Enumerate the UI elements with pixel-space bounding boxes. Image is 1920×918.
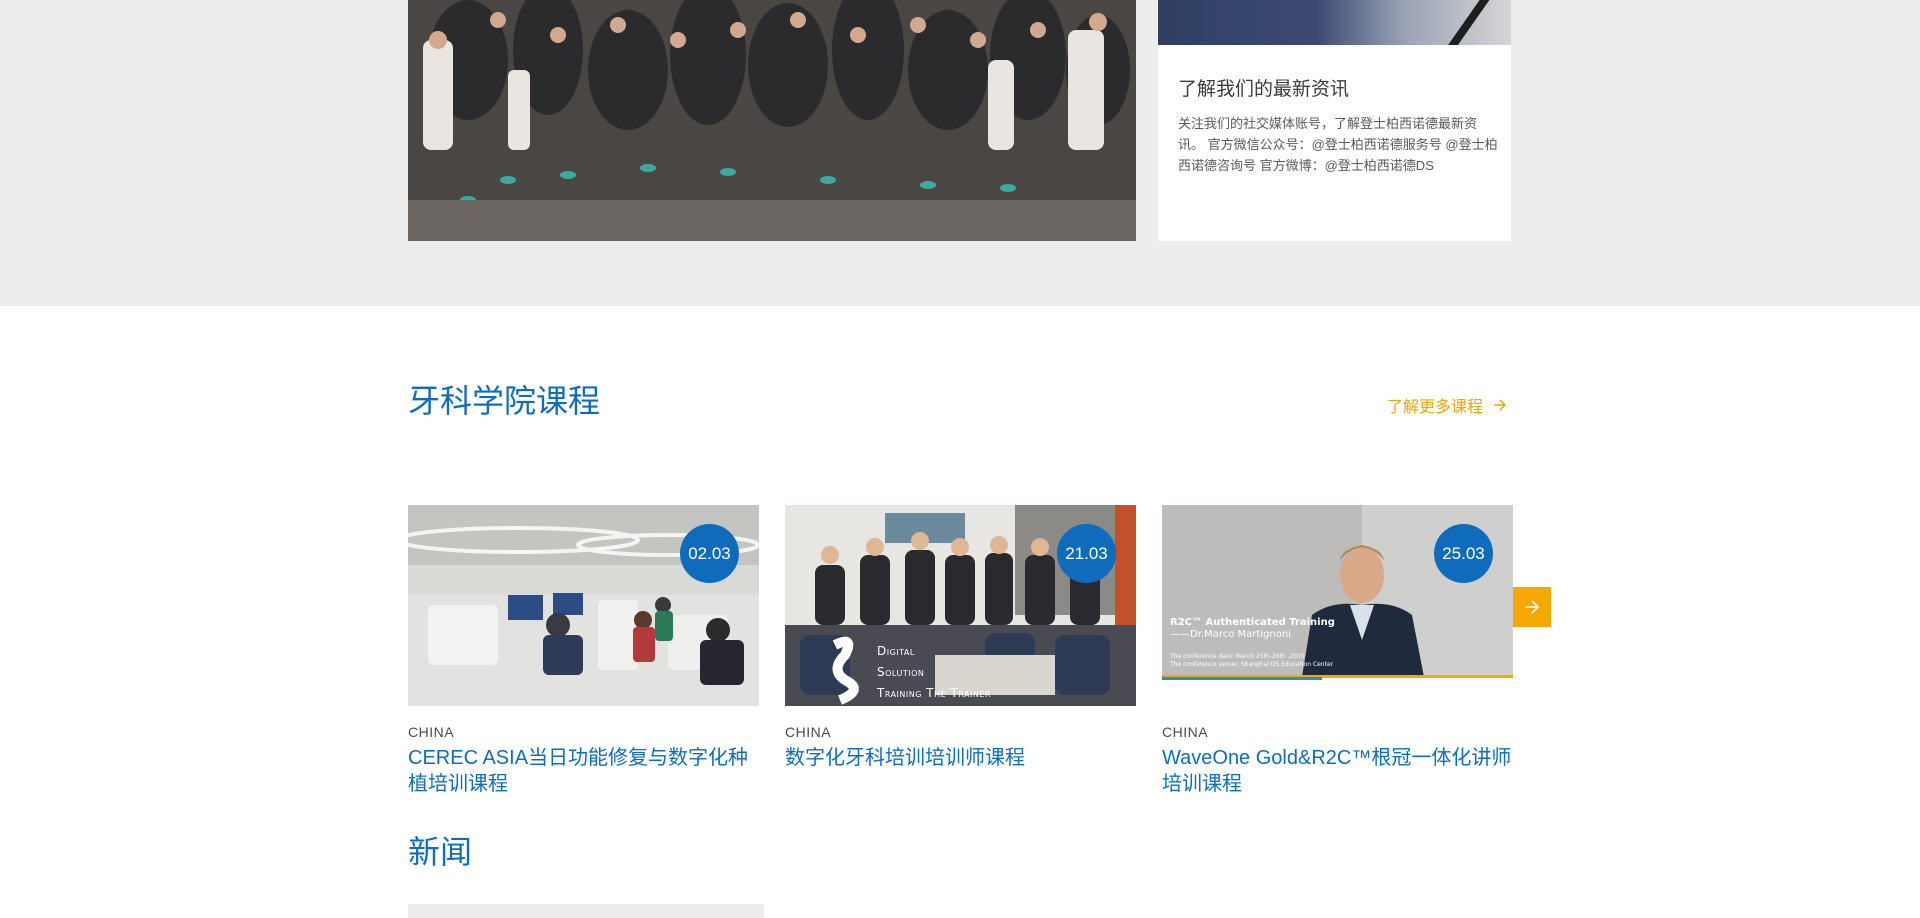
course-region: CHINA <box>1162 724 1209 740</box>
courses-section-title: 牙科学院课程 <box>408 383 601 419</box>
overlay-line: Training The Trainer <box>877 686 991 700</box>
news-card-text: 关注我们的社交媒体账号，了解登士柏西诺德最新资讯。 官方微信公众号：@登士柏西诺… <box>1178 116 1498 173</box>
top-band: 了解我们的最新资讯 关注我们的社交媒体账号，了解登士柏西诺德最新资讯。 官方微信… <box>0 0 1920 306</box>
news-thumbnail[interactable] <box>408 904 764 918</box>
arrow-right-icon <box>1525 600 1540 614</box>
overlay-line: The conference venue: Shanghai DS Educat… <box>1170 661 1334 668</box>
date-badge: 02.03 <box>680 524 739 583</box>
overlay-line: Solution <box>877 665 925 679</box>
news-card-image <box>1158 0 1511 45</box>
course-image: Digital Solution Training The Trainer 21… <box>785 505 1136 706</box>
course-title[interactable]: WaveOne Gold&R2C™根冠一体化讲师培训课程 <box>1162 745 1513 797</box>
course-card[interactable]: Digital Solution Training The Trainer 21… <box>785 505 1136 771</box>
more-courses-label: 了解更多课程 <box>1387 399 1484 416</box>
overlay-line: The conference date: March 25th-26th ,20… <box>1170 653 1305 660</box>
date-badge: 21.03 <box>1057 524 1116 583</box>
course-region: CHINA <box>408 724 455 740</box>
carousel-next-button[interactable] <box>1513 587 1551 627</box>
course-region: CHINA <box>785 724 832 740</box>
course-card[interactable]: 02.03 CHINA CEREC ASIA当日功能修复与数字化种植培训课程 <box>408 505 759 797</box>
course-title[interactable]: CEREC ASIA当日功能修复与数字化种植培训课程 <box>408 745 759 797</box>
more-courses-link[interactable]: 了解更多课程 <box>1387 393 1507 417</box>
news-card[interactable]: 了解我们的最新资讯 关注我们的社交媒体账号，了解登士柏西诺德最新资讯。 官方微信… <box>1158 0 1511 241</box>
course-image: 02.03 <box>408 505 759 706</box>
overlay-line: ——Dr.Marco Martignoni <box>1170 629 1292 640</box>
course-card[interactable]: R2C™ Authenticated Training ——Dr.Marco M… <box>1162 505 1513 797</box>
team-crowd-image <box>408 0 1136 241</box>
overlay-line: R2C™ Authenticated Training <box>1170 617 1335 628</box>
overlay-line: Digital <box>877 644 915 658</box>
team-photo <box>408 0 1136 241</box>
news-heading: 新闻 <box>408 834 473 870</box>
news-card-title: 了解我们的最新资讯 <box>1178 79 1350 100</box>
arrow-right-icon <box>1494 399 1507 411</box>
date-badge: 25.03 <box>1434 524 1493 583</box>
course-image: R2C™ Authenticated Training ——Dr.Marco M… <box>1162 505 1513 706</box>
course-title[interactable]: 数字化牙科培训培训师课程 <box>785 745 1136 771</box>
